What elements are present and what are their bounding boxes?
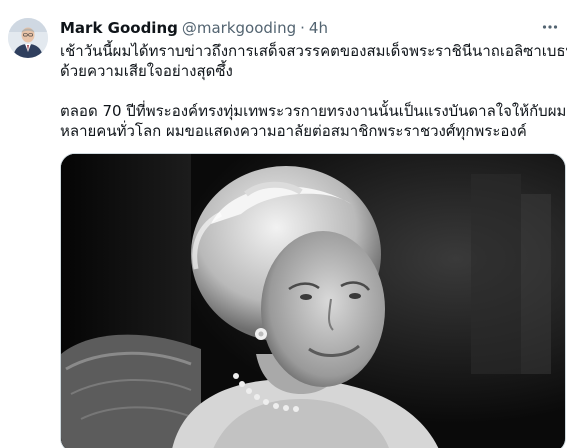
portrait-photo [61,154,565,448]
more-options-button[interactable] [537,14,563,40]
tweet-text-line: ตลอด 70 ปีที่พระองค์ทรงทุ่มเทพระวรกายทรง… [60,102,567,120]
author-avatar[interactable] [8,18,48,58]
paragraph-break [60,81,560,101]
tweet-text-line: เช้าวันนี้ผมได้ทราบข่าวถึงการเสด็จสวรรคต… [60,42,567,60]
tweet-media-image[interactable] [60,153,566,448]
author-handle[interactable]: @markgooding [182,18,296,38]
tweet-text-line: ด้วยความเสียใจอย่างสุดซึ้ง [60,62,233,80]
tweet-text: เช้าวันนี้ผมได้ทราบข่าวถึงการเสด็จสวรรคต… [60,41,567,141]
more-horizontal-icon [542,25,558,29]
header-separator: · [300,19,305,37]
tweet-text-line: หลายคนทั่วโลก ผมขอแสดงความอาลัยต่อสมาชิก… [60,122,527,140]
tweet-timestamp[interactable]: 4h [309,18,328,38]
avatar-photo [8,18,48,58]
author-display-name[interactable]: Mark Gooding [60,18,178,38]
tweet[interactable]: Mark Gooding @markgooding · 4h เช้าวันนี… [0,0,567,448]
tweet-header: Mark Gooding @markgooding · 4h [60,17,328,39]
